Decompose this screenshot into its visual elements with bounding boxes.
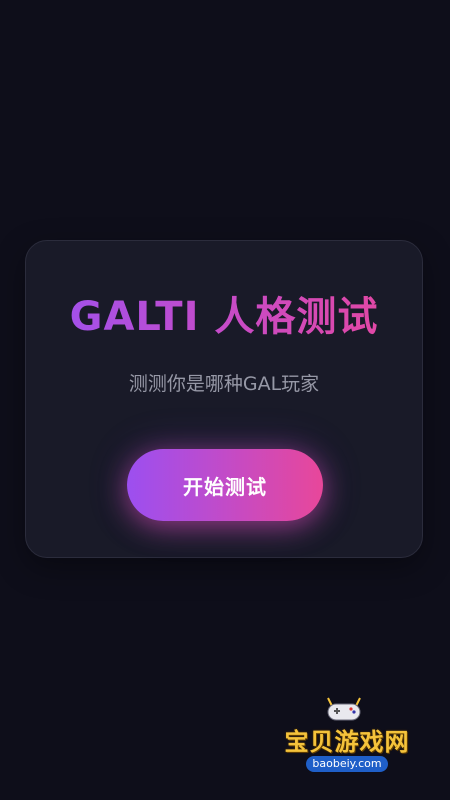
watermark-name: 宝贝游戏网	[284, 728, 410, 756]
gamepad-mascot-icon	[327, 697, 361, 721]
intro-card: GALTI 人格测试 测测你是哪种GAL玩家 开始测试	[25, 240, 423, 558]
screen: GALTI 人格测试 测测你是哪种GAL玩家 开始测试 宝贝游戏网 baobei…	[0, 0, 450, 800]
page-title: GALTI 人格测试	[26, 289, 422, 345]
watermark: 宝贝游戏网 baobeiy.com	[272, 694, 422, 780]
watermark-url: baobeiy.com	[306, 756, 388, 772]
page-subtitle: 测测你是哪种GAL玩家	[128, 373, 320, 395]
start-test-button[interactable]: 开始测试	[127, 449, 323, 521]
